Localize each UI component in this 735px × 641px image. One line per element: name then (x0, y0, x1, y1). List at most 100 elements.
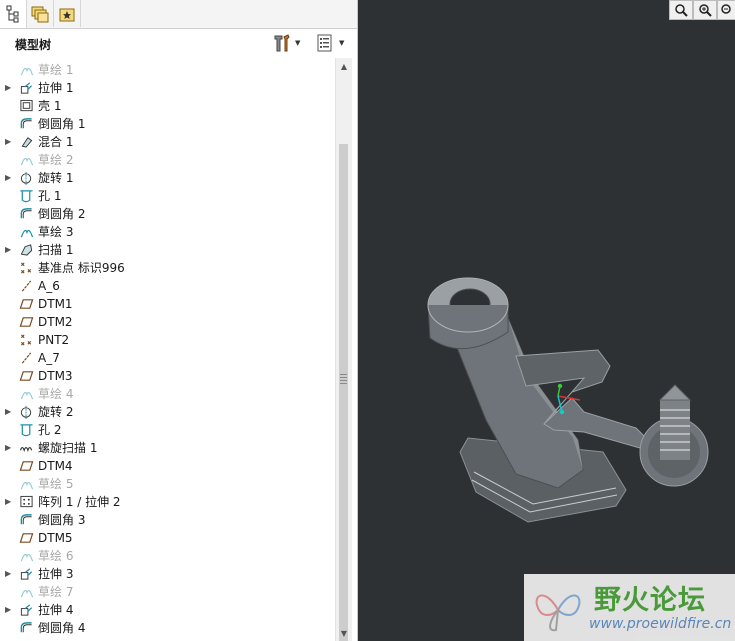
tree-item-label: 倒圆角 3 (38, 513, 86, 527)
tree-item[interactable]: A_6 (0, 277, 335, 295)
tree-item-label: A_6 (38, 279, 60, 293)
datum-plane-icon (19, 299, 34, 309)
tree-item[interactable]: 孔 1 (0, 187, 335, 205)
tree-item-label: A_7 (38, 351, 60, 365)
tools-icon (274, 34, 290, 52)
graphics-viewport[interactable]: 野火论坛 www.proewildfire.cn (358, 0, 735, 641)
settings-button[interactable]: ▼ (272, 33, 300, 53)
tab-favorites[interactable] (54, 0, 81, 27)
tree-item[interactable]: ▶ 拉伸 1 (0, 79, 335, 97)
model-tree-tab-icon (6, 5, 19, 23)
tree-item[interactable]: 草绘 6 (0, 547, 335, 565)
model-tree-header: 模型树 ▼ ▼ (0, 29, 357, 57)
datum-point-icon (20, 262, 32, 274)
threaded-stud (658, 384, 692, 460)
tree-item[interactable]: 草绘 5 (0, 475, 335, 493)
expand-arrow-icon[interactable]: ▶ (5, 241, 13, 259)
chevron-down-icon: ▼ (339, 39, 345, 47)
tree-item[interactable]: ▶ 阵列 1 / 拉伸 2 (0, 493, 335, 511)
tree-item[interactable]: DTM4 (0, 457, 335, 475)
tree-item-label: 拉伸 4 (38, 603, 74, 617)
expand-arrow-icon[interactable]: ▶ (5, 493, 13, 511)
tree-item[interactable]: 草绘 4 (0, 385, 335, 403)
tree-item-label: PNT2 (38, 333, 70, 347)
tree-item-label: 草绘 3 (38, 225, 74, 239)
tree-item-label: 拉伸 3 (38, 567, 74, 581)
shell-icon (20, 99, 33, 112)
pattern-icon (20, 495, 33, 508)
round-icon (20, 118, 32, 129)
tree-item-label: DTM1 (38, 297, 73, 311)
favorites-folder-icon (59, 8, 75, 21)
expand-arrow-icon[interactable]: ▶ (5, 79, 13, 97)
extrude-icon (20, 82, 33, 94)
sketch-icon (20, 229, 34, 238)
scroll-down-arrow-icon[interactable]: ▼ (336, 625, 352, 641)
round-icon (20, 514, 32, 525)
tree-item-label: 孔 1 (38, 189, 62, 203)
scroll-up-arrow-icon[interactable]: ▲ (336, 58, 352, 74)
datum-plane-icon (19, 317, 34, 327)
tree-item[interactable]: ▶ 旋转 2 (0, 403, 335, 421)
show-menu-button[interactable]: ▼ (316, 33, 344, 53)
tree-item-label: 扫描 1 (38, 243, 74, 257)
extrude-icon (20, 604, 33, 616)
tree-scrollbar[interactable]: ▲ ▼ (335, 58, 352, 641)
datum-plane-icon (19, 371, 34, 381)
tree-item[interactable]: A_7 (0, 349, 335, 367)
tree-item[interactable]: 草绘 1 (0, 61, 335, 79)
tree-item-label: DTM4 (38, 459, 73, 473)
tree-item[interactable]: DTM1 (0, 295, 335, 313)
scroll-thumb[interactable] (339, 144, 348, 641)
tree-item[interactable]: 倒圆角 4 (0, 619, 335, 637)
tree-item[interactable]: 草绘 7 (0, 583, 335, 601)
sketch-icon (20, 391, 34, 400)
tab-model-tree[interactable] (0, 0, 27, 28)
tree-item-label: 草绘 1 (38, 63, 74, 77)
tree-item[interactable]: 草绘 3 (0, 223, 335, 241)
tree-item[interactable]: 孔 2 (0, 421, 335, 439)
expand-arrow-icon[interactable]: ▶ (5, 169, 13, 187)
expand-arrow-icon[interactable]: ▶ (5, 601, 13, 619)
tree-item[interactable]: DTM3 (0, 367, 335, 385)
hole-icon (20, 190, 33, 203)
scroll-grip-icon (340, 374, 347, 384)
tree-item-label: 草绘 5 (38, 477, 74, 491)
tree-item[interactable]: 倒圆角 2 (0, 205, 335, 223)
datum-point-icon (20, 334, 32, 346)
tree-item[interactable]: ▶ 扫描 1 (0, 241, 335, 259)
tree-item[interactable]: ▶ 旋转 1 (0, 169, 335, 187)
sketch-icon (20, 553, 34, 562)
tree-item[interactable]: 倒圆角 3 (0, 511, 335, 529)
expand-arrow-icon[interactable]: ▶ (5, 133, 13, 151)
tree-item[interactable]: 基准点 标识996 (0, 259, 335, 277)
tree-item-label: 草绘 6 (38, 549, 74, 563)
navigator-tabs (0, 0, 357, 29)
butterfly-logo-icon (535, 594, 581, 632)
tree-item[interactable]: 草绘 2 (0, 151, 335, 169)
tree-item[interactable]: ▶ 螺旋扫描 1 (0, 439, 335, 457)
tree-item[interactable]: ▶ 拉伸 3 (0, 565, 335, 583)
tree-item[interactable]: ▶ 混合 1 (0, 133, 335, 151)
tree-item[interactable]: 倒圆角 1 (0, 115, 335, 133)
3d-model[interactable] (358, 0, 735, 641)
expand-arrow-icon[interactable]: ▶ (5, 565, 13, 583)
axis-icon (21, 280, 32, 292)
tab-folder-browser[interactable] (27, 0, 54, 27)
tree-item-label: DTM5 (38, 531, 73, 545)
tree-item[interactable]: ▶ 拉伸 4 (0, 601, 335, 619)
watermark-title: 野火论坛 (594, 585, 706, 616)
tree-item-label: 倒圆角 2 (38, 207, 86, 221)
tree-item[interactable]: DTM2 (0, 313, 335, 331)
tree-item[interactable]: 壳 1 (0, 97, 335, 115)
expand-arrow-icon[interactable]: ▶ (5, 403, 13, 421)
model-tree: 草绘 1 ▶ 拉伸 1 壳 1 倒圆角 1 ▶ 混合 1 草绘 2 ▶ 旋转 1 孔 1 倒圆角 2 草… (0, 61, 335, 641)
tree-item-label: 旋转 2 (38, 405, 74, 419)
tree-item[interactable]: DTM5 (0, 529, 335, 547)
extrude-icon (20, 568, 33, 580)
helical-sweep-icon (19, 446, 33, 453)
tree-item[interactable]: PNT2 (0, 331, 335, 349)
tree-item-label: 倒圆角 4 (38, 621, 86, 635)
expand-arrow-icon[interactable]: ▶ (5, 439, 13, 457)
sketch-icon (20, 481, 34, 490)
